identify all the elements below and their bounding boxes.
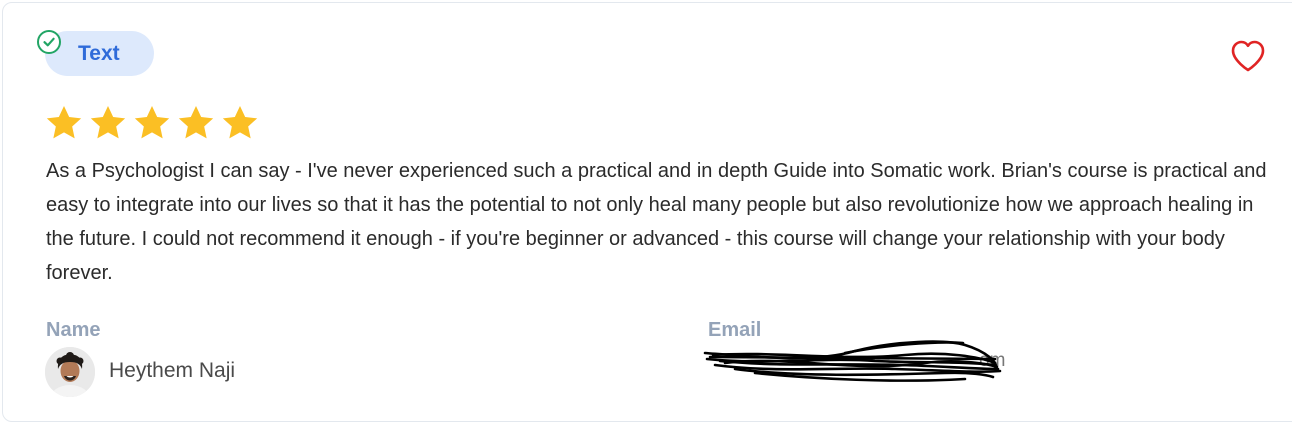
avatar-photo <box>45 347 95 397</box>
star-rating <box>44 103 260 143</box>
star-icon <box>222 106 258 139</box>
review-text: As a Psychologist I can say - I've never… <box>46 160 1267 284</box>
star-icon <box>90 106 126 139</box>
avatar <box>45 347 95 397</box>
star-icon <box>46 106 82 139</box>
check-circle-icon <box>37 30 61 54</box>
testimonial-card: Text As a Psychologist I can say - I've … <box>2 2 1292 422</box>
name-label: Name <box>46 319 101 341</box>
heart-outline-icon[interactable] <box>1229 38 1267 74</box>
type-badge-label: Text <box>78 42 120 65</box>
redaction-scribble <box>703 340 1002 382</box>
user-name: Heythem Naji <box>109 359 236 382</box>
star-icon <box>134 106 170 139</box>
star-icon <box>178 106 214 139</box>
